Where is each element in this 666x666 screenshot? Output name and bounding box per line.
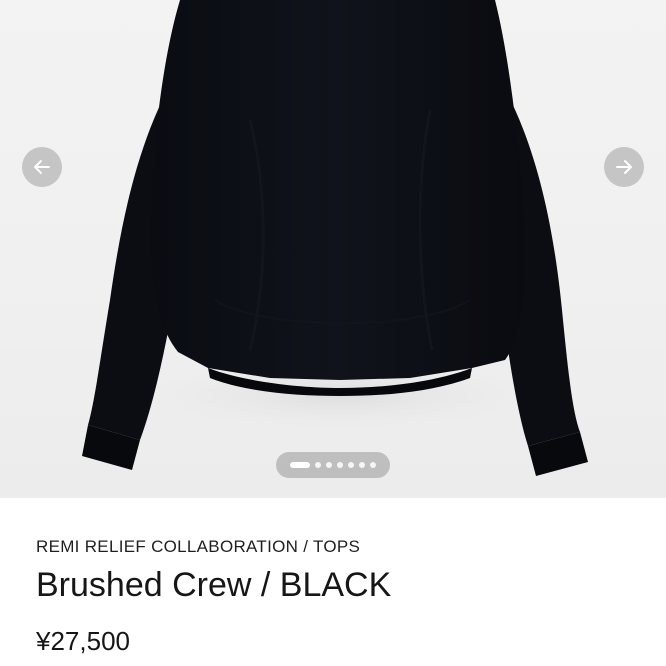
slide-dot-5[interactable] (348, 462, 354, 468)
product-info: REMI RELIEF COLLABORATION / TOPS Brushed… (0, 498, 666, 666)
slide-dot-4[interactable] (337, 462, 343, 468)
slide-indicator (276, 452, 390, 478)
previous-image-button[interactable] (22, 147, 62, 187)
product-price: ¥27,500 (36, 626, 130, 656)
slide-dot-3[interactable] (326, 462, 332, 468)
product-image-gallery[interactable] (0, 0, 666, 498)
arrow-left-icon (34, 160, 50, 174)
slide-dot-2[interactable] (315, 462, 321, 468)
slide-dot-6[interactable] (359, 462, 365, 468)
next-image-button[interactable] (604, 147, 644, 187)
slide-dot-7[interactable] (370, 462, 376, 468)
product-title: Brushed Crew / BLACK (36, 566, 392, 604)
collection-breadcrumb[interactable]: REMI RELIEF COLLABORATION / TOPS (36, 537, 360, 557)
product-page: REMI RELIEF COLLABORATION / TOPS Brushed… (0, 0, 666, 666)
slide-dot-1[interactable] (290, 462, 310, 468)
product-photo (82, 0, 588, 476)
arrow-right-icon (616, 160, 632, 174)
